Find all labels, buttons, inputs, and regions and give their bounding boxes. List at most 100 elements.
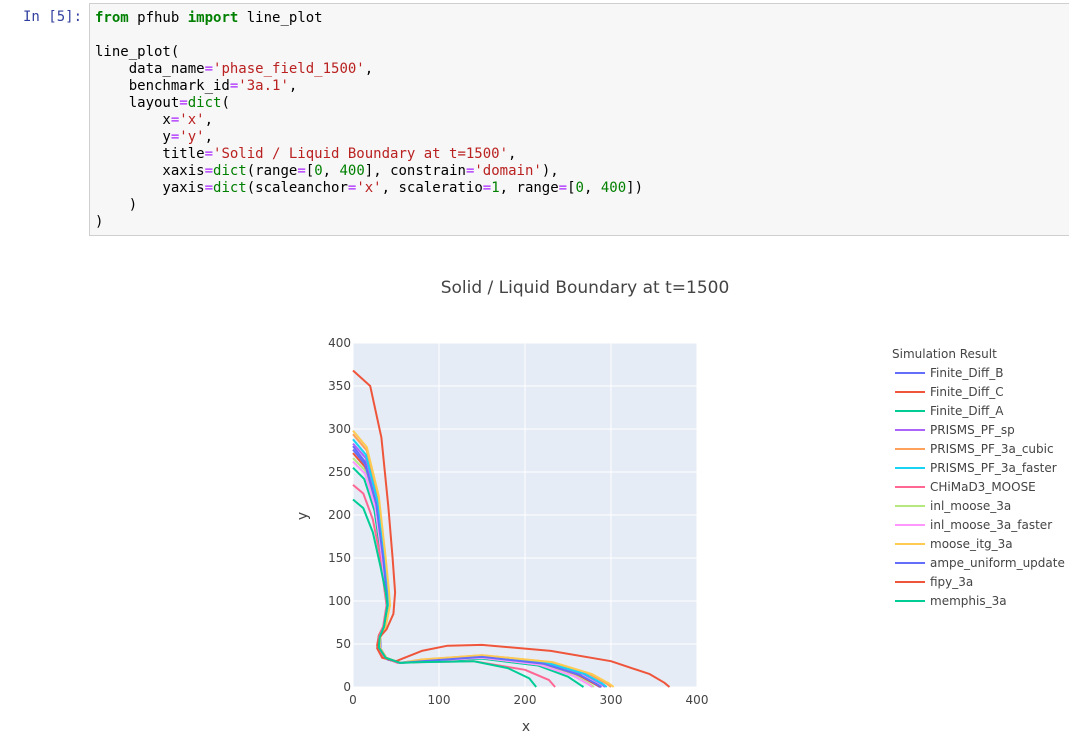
legend-label: moose_itg_3a <box>930 537 1013 551</box>
x-tick-label: 300 <box>600 693 623 707</box>
code-token: dict <box>187 95 222 111</box>
legend-item[interactable]: Finite_Diff_C <box>895 385 1004 399</box>
x-tick-label: 100 <box>428 693 451 707</box>
code-token: x <box>95 112 171 128</box>
code-token: 1 <box>491 180 500 196</box>
x-tick-label: 0 <box>349 693 357 707</box>
code-token: layout <box>95 95 180 111</box>
legend-item[interactable]: moose_itg_3a <box>895 537 1013 551</box>
legend-label: Finite_Diff_B <box>930 366 1003 380</box>
code-token: 0 <box>314 163 323 179</box>
code-token: from <box>95 10 129 26</box>
code-token: = <box>179 95 188 111</box>
legend-item[interactable]: PRISMS_PF_3a_faster <box>895 461 1057 475</box>
code-token: = <box>204 146 214 162</box>
legend-label: CHiMaD3_MOOSE <box>930 480 1036 494</box>
y-tick-label: 100 <box>328 594 351 608</box>
code-token: ) <box>95 214 104 230</box>
y-axis-ticks: 0 50 100 150 200 250 300 350 400 <box>328 336 351 694</box>
legend-item[interactable]: Finite_Diff_B <box>895 366 1003 380</box>
x-tick-label: 200 <box>514 693 537 707</box>
code-token: = <box>482 180 492 196</box>
code-token: benchmark_id <box>95 78 230 94</box>
code-token: line_plot <box>238 10 323 26</box>
y-tick-label: 250 <box>328 465 351 479</box>
code-token: ], constrain <box>364 163 466 179</box>
legend-label: PRISMS_PF_3a_faster <box>930 461 1057 475</box>
code-token: ( <box>221 95 230 111</box>
code-editor[interactable]: from pfhub import line_plot line_plot( d… <box>95 10 643 231</box>
legend-label: memphis_3a <box>930 594 1007 608</box>
y-tick-label: 300 <box>328 422 351 436</box>
code-token: y <box>95 129 171 145</box>
code-token: = <box>558 180 568 196</box>
legend-title: Simulation Result <box>892 347 997 361</box>
code-token: line_plot( <box>95 44 180 60</box>
code-token: , <box>322 163 340 179</box>
legend-item[interactable]: CHiMaD3_MOOSE <box>895 480 1036 494</box>
code-token: = <box>204 180 214 196</box>
code-token: xaxis <box>95 163 205 179</box>
code-token: 400 <box>600 180 627 196</box>
legend-label: ampe_uniform_update <box>930 556 1065 570</box>
legend-label: Finite_Diff_C <box>930 385 1004 399</box>
code-token: pfhub <box>128 10 188 26</box>
x-tick-label: 400 <box>686 693 709 707</box>
legend: Simulation Result Finite_Diff_B Finite_Di… <box>892 347 1065 608</box>
y-tick-label: 50 <box>336 637 351 651</box>
code-token: [ <box>305 163 315 179</box>
code-token: 'domain' <box>474 163 542 179</box>
code-token: 'Solid / Liquid Boundary at t=1500' <box>213 146 509 162</box>
x-axis-label: x <box>522 719 530 735</box>
code-token: 'y' <box>179 129 205 145</box>
code-token: , <box>288 78 298 94</box>
line-chart: Solid / Liquid Boundary at t=1500 0 100 20… <box>295 278 1065 735</box>
legend-item[interactable]: inl_moose_3a_faster <box>895 518 1052 532</box>
legend-item[interactable]: Finite_Diff_A <box>895 404 1004 418</box>
y-tick-label: 200 <box>328 508 351 522</box>
code-token: , range <box>499 180 559 196</box>
legend-item[interactable]: ampe_uniform_update <box>895 556 1065 570</box>
legend-item[interactable]: inl_moose_3a <box>895 499 1011 513</box>
code-token: , scaleratio <box>381 180 483 196</box>
code-token: 'x' <box>356 180 382 196</box>
code-cell[interactable]: from pfhub import line_plot line_plot( d… <box>89 3 1069 236</box>
code-token: , <box>364 61 374 77</box>
code-token: title <box>95 146 205 162</box>
legend-item[interactable]: PRISMS_PF_3a_cubic <box>895 442 1054 456</box>
y-tick-label: 400 <box>328 336 351 350</box>
legend-label: inl_moose_3a_faster <box>930 518 1052 532</box>
code-token: ), <box>541 163 559 179</box>
code-token: '3a.1' <box>238 78 289 94</box>
legend-label: PRISMS_PF_sp <box>930 423 1015 437</box>
code-token: , <box>204 112 214 128</box>
legend-label: PRISMS_PF_3a_cubic <box>930 442 1054 456</box>
code-token: import <box>187 10 239 26</box>
code-token: 'phase_field_1500' <box>213 61 365 77</box>
legend-label: inl_moose_3a <box>930 499 1011 513</box>
cell-prompt: In [5]: <box>23 9 83 25</box>
code-token: yaxis <box>95 180 205 196</box>
code-token: 400 <box>339 163 365 179</box>
code-token: data_name <box>95 61 205 77</box>
code-token: , <box>583 180 601 196</box>
code-token: (scaleanchor <box>246 180 348 196</box>
legend-label: fipy_3a <box>930 575 973 589</box>
legend-label: Finite_Diff_A <box>930 404 1004 418</box>
code-token: , <box>508 146 517 162</box>
x-axis-ticks: 0 100 200 300 400 <box>349 693 708 707</box>
y-tick-label: 0 <box>343 680 351 694</box>
code-token: = <box>204 61 214 77</box>
legend-item[interactable]: fipy_3a <box>895 575 973 589</box>
code-token: dict <box>213 180 247 196</box>
code-token: [ <box>567 180 576 196</box>
legend-item[interactable]: PRISMS_PF_sp <box>895 423 1015 437</box>
y-tick-label: 350 <box>328 379 351 393</box>
legend-item[interactable]: memphis_3a <box>895 594 1007 608</box>
code-token: , <box>204 129 214 145</box>
code-token: = <box>297 163 306 179</box>
y-tick-label: 150 <box>328 551 351 565</box>
code-token: ]) <box>626 180 643 196</box>
y-axis-label: y <box>295 512 311 520</box>
code-token: = <box>204 163 214 179</box>
